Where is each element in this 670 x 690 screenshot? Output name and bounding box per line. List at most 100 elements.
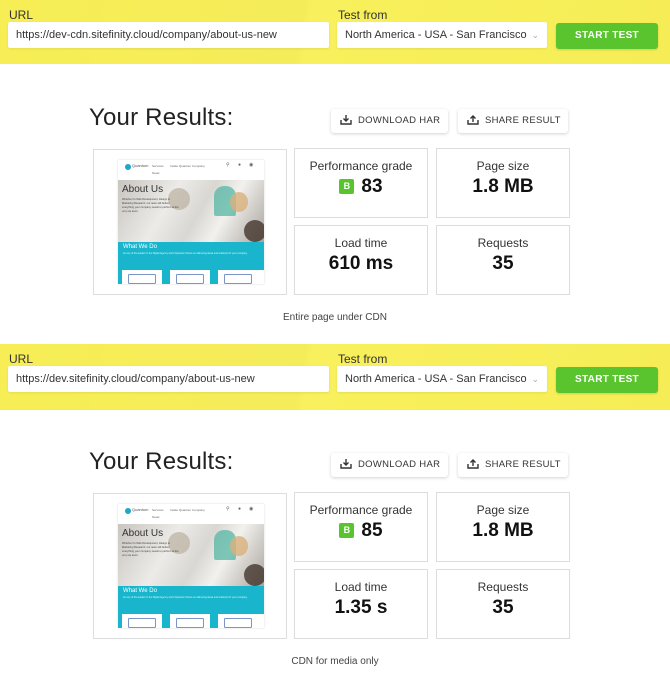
thumb-card-illustration	[176, 274, 204, 284]
thumb-section-text: As one of the leaders in the Digital Age…	[123, 596, 248, 599]
download-har-button[interactable]: DOWNLOAD HAR	[331, 109, 448, 133]
test-form-bar: URL https://dev-cdn.sitefinity.cloud/com…	[0, 0, 670, 64]
start-test-button[interactable]: START TEST	[556, 367, 658, 393]
thumb-globe-icon: ◉	[249, 506, 254, 512]
url-input[interactable]: https://dev.sitefinity.cloud/company/abo…	[8, 366, 329, 392]
url-input[interactable]: https://dev-cdn.sitefinity.cloud/company…	[8, 22, 329, 48]
thumb-card-illustration	[176, 618, 204, 628]
load-time-label: Load time	[334, 236, 388, 250]
thumb-nav-item: News	[152, 171, 160, 175]
thumb-nav-item: Company	[192, 508, 205, 512]
grade-badge: B	[339, 179, 355, 194]
thumb-cards	[118, 268, 264, 284]
thumb-card-illustration	[128, 618, 156, 628]
download-icon	[340, 114, 352, 125]
thumb-nav-item: News	[152, 515, 160, 519]
performance-grade-value: 83	[361, 176, 383, 197]
thumb-hero-text: Whether it's Web Development, Design or …	[122, 198, 179, 213]
thumb-hero-title: About Us	[122, 184, 164, 195]
section-caption: Entire page under CDN	[283, 312, 387, 323]
share-icon	[467, 458, 479, 469]
grade-badge: B	[339, 523, 355, 538]
share-result-button[interactable]: SHARE RESULT	[458, 109, 568, 133]
thumb-hero: About Us Whether it's Web Development, D…	[118, 180, 264, 242]
performance-grade-label: Performance grade	[309, 503, 413, 517]
thumb-person-image	[230, 536, 248, 556]
load-time-card: Load time 1.35 s	[294, 569, 428, 639]
thumb-section-title: What We Do	[123, 244, 157, 250]
thumb-card-illustration	[224, 274, 252, 284]
thumb-section-title: What We Do	[123, 588, 157, 594]
thumb-card	[170, 614, 210, 628]
test-from-label: Test from	[338, 352, 388, 366]
thumb-logo: Quantum	[132, 507, 149, 512]
thumb-globe-icon: ◉	[249, 162, 254, 168]
results-title: Your Results:	[89, 104, 234, 131]
page-screenshot-frame: Quantum Services Inside Quantum Company …	[93, 493, 287, 639]
download-har-label: DOWNLOAD HAR	[358, 459, 441, 470]
thumb-person-image	[230, 192, 248, 212]
download-har-label: DOWNLOAD HAR	[358, 115, 441, 126]
thumb-person-image	[244, 220, 264, 242]
thumb-card	[122, 270, 162, 284]
requests-value: 35	[492, 253, 514, 274]
page-screenshot-frame: Quantum Services Inside Quantum Company …	[93, 149, 287, 295]
thumb-card	[218, 270, 264, 284]
requests-card: Requests 35	[436, 225, 570, 295]
download-icon	[340, 458, 352, 469]
load-time-value: 610 ms	[328, 253, 394, 274]
thumb-nav-item: Company	[192, 164, 205, 168]
thumb-search-icon: ⚲	[226, 506, 230, 512]
performance-grade-value: 85	[361, 520, 383, 541]
page-size-value: 1.8 MB	[472, 176, 534, 197]
url-label: URL	[9, 352, 34, 366]
thumb-search-icon: ⚲	[226, 162, 230, 168]
chevron-down-icon: ⌄	[531, 374, 539, 384]
thumb-nav-item: Inside Quantum	[170, 508, 192, 512]
page-size-label: Page size	[476, 503, 530, 517]
quantum-logo-icon	[125, 508, 131, 514]
requests-card: Requests 35	[436, 569, 570, 639]
thumb-hero-title: About Us	[122, 528, 164, 539]
load-time-value: 1.35 s	[334, 597, 388, 618]
thumb-hero-text: Whether it's Web Development, Design or …	[122, 542, 179, 557]
section-caption: CDN for media only	[291, 656, 379, 667]
download-har-button[interactable]: DOWNLOAD HAR	[331, 453, 448, 477]
thumb-hero: About Us Whether it's Web Development, D…	[118, 524, 264, 586]
thumb-nav-item: Inside Quantum	[170, 164, 192, 168]
thumb-nav-item: Services	[152, 508, 164, 512]
page-screenshot-thumbnail: Quantum Services Inside Quantum Company …	[118, 504, 264, 628]
performance-grade-card: Performance grade B 85	[294, 492, 428, 562]
test-from-select[interactable]: North America - USA - San Francisco ⌄	[337, 366, 547, 392]
thumb-card-illustration	[224, 618, 252, 628]
performance-grade-label: Performance grade	[309, 159, 413, 173]
requests-value: 35	[492, 597, 514, 618]
share-result-label: SHARE RESULT	[485, 115, 561, 126]
results-title: Your Results:	[89, 448, 234, 475]
thumb-what-we-do: What We Do As one of the leaders in the …	[118, 586, 264, 612]
performance-grade-card: Performance grade B 83	[294, 148, 428, 218]
thumb-card	[170, 270, 210, 284]
chevron-down-icon: ⌄	[531, 30, 539, 40]
thumb-what-we-do: What We Do As one of the leaders in the …	[118, 242, 264, 268]
test-from-value: North America - USA - San Francisco	[345, 373, 527, 385]
share-result-button[interactable]: SHARE RESULT	[458, 453, 568, 477]
thumb-nav-item: Services	[152, 164, 164, 168]
requests-label: Requests	[477, 580, 529, 594]
thumb-nav: Quantum Services Inside Quantum Company …	[118, 160, 264, 180]
quantum-logo-icon	[125, 164, 131, 170]
load-time-card: Load time 610 ms	[294, 225, 428, 295]
start-test-button[interactable]: START TEST	[556, 23, 658, 49]
load-time-label: Load time	[334, 580, 388, 594]
thumb-card	[218, 614, 264, 628]
share-icon	[467, 114, 479, 125]
page-size-card: Page size 1.8 MB	[436, 492, 570, 562]
url-label: URL	[9, 8, 34, 22]
test-form-bar: URL https://dev.sitefinity.cloud/company…	[0, 344, 670, 410]
thumb-user-icon: ●	[238, 506, 242, 512]
thumb-section-text: As one of the leaders in the Digital Age…	[123, 252, 248, 255]
page-screenshot-thumbnail: Quantum Services Inside Quantum Company …	[118, 160, 264, 284]
test-from-select[interactable]: North America - USA - San Francisco ⌄	[337, 22, 547, 48]
thumb-cards	[118, 612, 264, 628]
share-result-label: SHARE RESULT	[485, 459, 561, 470]
